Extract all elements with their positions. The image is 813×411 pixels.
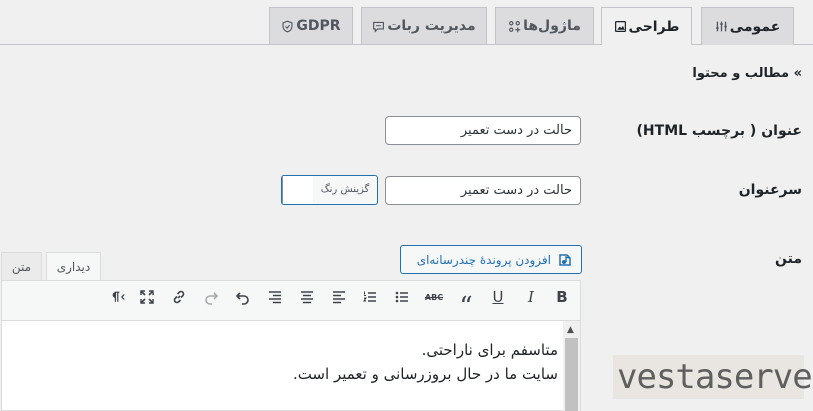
align-right-button[interactable] [265, 287, 285, 307]
editor-scrollbar[interactable]: ▲ [563, 321, 580, 411]
numbered-list-button[interactable] [360, 287, 380, 307]
vestaserver-watermark: vestaserver [613, 355, 813, 399]
color-button-label: گزینش رنگ [320, 184, 370, 195]
editor-tab-text[interactable]: متن [1, 252, 42, 280]
title-input[interactable]: حالت در دست تعمیر [385, 116, 581, 145]
editor-line-2: سایت ما در حال بروزرسانی و تعمیر است. [292, 365, 558, 383]
image-icon [614, 21, 626, 32]
color-picker-button[interactable]: گزینش رنگ [281, 175, 378, 205]
paragraph-direction-button[interactable] [105, 287, 129, 307]
editor-line-1: متاسفم برای ناراحتی. [421, 341, 558, 359]
tab-gdpr[interactable]: GDPR [269, 7, 353, 44]
fullscreen-button[interactable] [137, 287, 157, 307]
tab-bot-management[interactable]: مدیریت ربات [361, 7, 487, 44]
add-media-button[interactable]: افزودن پروندهٔ چندرسانه‌ای [400, 245, 582, 274]
title-label: عنوان ( برچسب HTML) [636, 123, 802, 139]
editor-toolbar: B I U “ ABC [1, 280, 581, 322]
link-icon [173, 290, 185, 304]
align-left-icon [333, 291, 345, 304]
add-media-label: افزودن پروندهٔ چندرسانه‌ای [416, 252, 551, 267]
align-left-button[interactable] [329, 287, 349, 307]
heading-label: سرعنوان [738, 182, 802, 198]
blockquote-button[interactable]: “ [456, 287, 476, 322]
bullet-list-button[interactable] [392, 287, 412, 307]
section-heading: » مطالب و محتوا [692, 66, 802, 81]
watermark-text: vestaserver [617, 357, 813, 397]
redo-button[interactable] [201, 287, 221, 307]
editor-content[interactable]: متاسفم برای ناراحتی. سایت ما در حال بروز… [1, 321, 581, 411]
tab-label: مدیریت ربات [387, 18, 476, 34]
strikethrough-button[interactable]: ABC [424, 287, 444, 307]
undo-icon [235, 292, 249, 305]
modules-icon [509, 20, 521, 32]
chat-icon [373, 21, 385, 33]
bullet-list-icon [395, 291, 408, 303]
tab-label: عمومی [729, 18, 781, 35]
underline-button[interactable]: U [488, 287, 508, 307]
sliders-icon [715, 21, 727, 32]
fullscreen-icon [140, 290, 154, 304]
tab-design[interactable]: طراحی [601, 7, 692, 45]
scroll-thumb[interactable] [565, 338, 578, 411]
tab-label: GDPR [296, 18, 341, 34]
tab-modules[interactable]: ماژول‌ها [495, 7, 594, 44]
paragraph-rtl-icon [112, 291, 125, 302]
numbered-list-icon [363, 291, 376, 302]
tab-label: ماژول‌ها [523, 18, 581, 34]
redo-icon [205, 292, 219, 305]
align-center-button[interactable] [297, 287, 317, 307]
align-center-icon [301, 291, 313, 304]
media-icon [559, 253, 571, 266]
scroll-up-arrow[interactable]: ▲ [567, 325, 574, 335]
tab-label: طراحی [628, 18, 680, 35]
heading-input[interactable]: حالت در دست تعمیر [385, 176, 581, 205]
color-swatch [282, 176, 313, 204]
editor-tab-visual[interactable]: دیداری [46, 252, 101, 280]
link-button[interactable] [169, 287, 189, 307]
undo-button[interactable] [233, 287, 253, 307]
tab-general[interactable]: عمومی [701, 7, 794, 45]
italic-button[interactable]: I [521, 287, 541, 307]
shield-icon [282, 20, 293, 32]
align-right-icon [269, 291, 281, 304]
text-label: متن [775, 251, 802, 267]
bold-button[interactable]: B [552, 287, 572, 307]
